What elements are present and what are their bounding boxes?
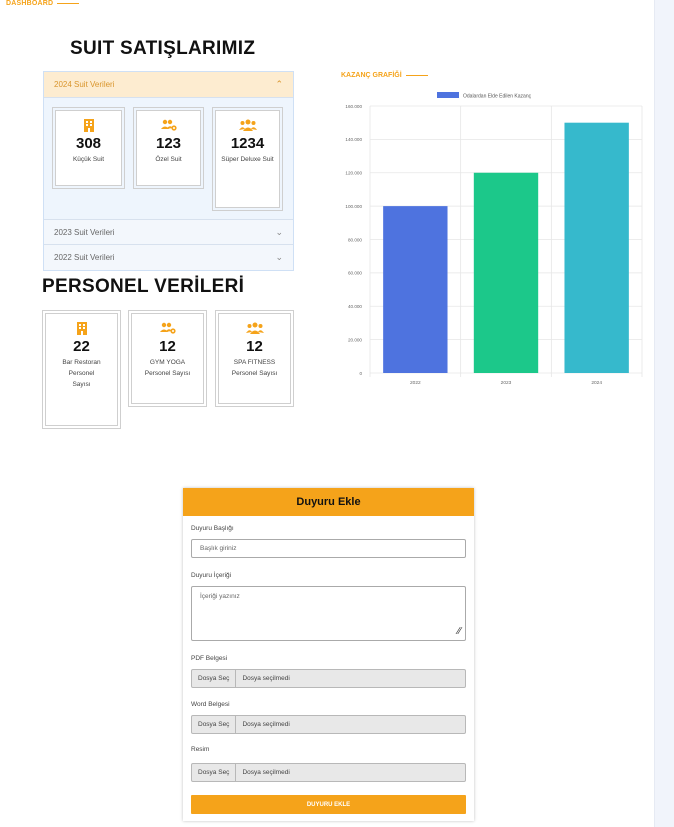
legend-label: Odalardan Elde Edilen Kazanç bbox=[463, 94, 532, 100]
accordion-header-2024[interactable]: 2024 Suit Verileri ⌃ bbox=[44, 72, 293, 98]
suit-section-title: SUIT SATIŞLARIMIZ bbox=[70, 38, 256, 59]
x-tick-label: 2024 bbox=[591, 380, 602, 386]
stat-card-kucuk-suit: 308 Küçük Suit bbox=[52, 107, 125, 189]
suit-accordion: 2024 Suit Verileri ⌃ 308 Küçük Suit 123 … bbox=[43, 71, 294, 271]
chevron-up-icon: ⌃ bbox=[275, 79, 283, 89]
announcement-form: Duyuru Ekle Duyuru Başlığı Başlık girini… bbox=[183, 488, 474, 821]
content-placeholder: İçeriği yazınız bbox=[200, 593, 240, 600]
bar-2022 bbox=[383, 206, 448, 373]
pdf-file-input[interactable]: Dosya Seç Dosya seçilmedi bbox=[191, 669, 466, 688]
content-textarea[interactable]: İçeriği yazınız ∕∕ bbox=[191, 586, 466, 641]
personel-section-title: PERSONEL VERİLERİ bbox=[42, 276, 245, 297]
image-file-input[interactable]: Dosya Seç Dosya seçilmedi bbox=[191, 763, 466, 782]
y-tick-label: 40.000 bbox=[348, 304, 362, 309]
dashboard-label: DASHBOARD bbox=[6, 0, 80, 7]
x-tick-label: 2022 bbox=[410, 380, 421, 386]
users-cog-icon bbox=[132, 322, 203, 336]
bar-2024 bbox=[564, 122, 629, 373]
y-tick-label: 0 bbox=[359, 371, 362, 376]
hotel-icon bbox=[46, 322, 117, 336]
users-cog-icon bbox=[137, 119, 200, 133]
form-title: Duyuru Ekle bbox=[183, 488, 474, 516]
title-input[interactable]: Başlık giriniz bbox=[191, 539, 466, 558]
bar-2023 bbox=[473, 172, 539, 373]
y-tick-label: 160.000 bbox=[345, 104, 362, 109]
stat-card-spa-fitness: 12 SPA FITNESS Personel Sayısı bbox=[215, 310, 294, 407]
image-file-button[interactable]: Dosya Seç bbox=[192, 764, 237, 781]
y-tick-label: 20.000 bbox=[348, 337, 362, 342]
title-label: Duyuru Başlığı bbox=[191, 525, 234, 532]
hotel-icon bbox=[56, 119, 121, 133]
main-content: DASHBOARD SUIT SATIŞLARIMIZ 2024 Suit Ve… bbox=[0, 0, 654, 827]
word-label: Word Belgesi bbox=[191, 701, 230, 708]
resize-grip-icon[interactable]: ∕∕ bbox=[458, 626, 461, 637]
word-file-status: Dosya seçilmedi bbox=[242, 721, 290, 728]
image-file-status: Dosya seçilmedi bbox=[242, 769, 290, 776]
accordion-header-2023[interactable]: 2023 Suit Verileri ⌄ bbox=[44, 220, 293, 245]
y-tick-label: 120.000 bbox=[345, 171, 362, 176]
users-icon bbox=[216, 119, 279, 133]
image-label: Resim bbox=[191, 746, 210, 753]
right-scroll-strip bbox=[654, 0, 674, 827]
y-tick-label: 80.000 bbox=[348, 237, 362, 242]
chevron-down-icon: ⌄ bbox=[275, 226, 283, 237]
chart-section-label: KAZANÇ GRAFİĞİ bbox=[341, 72, 428, 79]
submit-button[interactable]: DUYURU EKLE bbox=[191, 795, 466, 814]
content-label: Duyuru İçeriği bbox=[191, 572, 232, 579]
stat-card-super-deluxe-suit: 1234 Süper Deluxe Suit bbox=[212, 107, 283, 211]
pdf-label: PDF Belgesi bbox=[191, 655, 228, 662]
pdf-file-button[interactable]: Dosya Seç bbox=[192, 670, 237, 687]
y-tick-label: 140.000 bbox=[345, 137, 362, 142]
y-tick-label: 100.000 bbox=[345, 204, 362, 209]
pdf-file-status: Dosya seçilmedi bbox=[242, 675, 290, 682]
legend-swatch bbox=[437, 92, 459, 98]
x-tick-label: 2023 bbox=[501, 380, 512, 386]
word-file-button[interactable]: Dosya Seç bbox=[192, 716, 237, 733]
accordion-header-2022[interactable]: 2022 Suit Verileri ⌄ bbox=[44, 245, 293, 270]
accordion-body-2024: 308 Küçük Suit 123 Özel Suit 1234 Süper … bbox=[44, 98, 293, 220]
stat-card-ozel-suit: 123 Özel Suit bbox=[133, 107, 204, 189]
word-file-input[interactable]: Dosya Seç Dosya seçilmedi bbox=[191, 715, 466, 734]
chevron-down-icon: ⌄ bbox=[275, 252, 283, 262]
revenue-bar-chart: Odalardan Elde Edilen Kazanç 0 20.000 40.00… bbox=[345, 92, 643, 386]
stat-card-bar-restoran: 22 Bar Restoran Personel Sayısı bbox=[42, 310, 121, 429]
stat-card-gym-yoga: 12 GYM YOGA Personel Sayısı bbox=[128, 310, 207, 407]
users-icon bbox=[219, 322, 290, 336]
y-tick-label: 60.000 bbox=[348, 271, 362, 276]
